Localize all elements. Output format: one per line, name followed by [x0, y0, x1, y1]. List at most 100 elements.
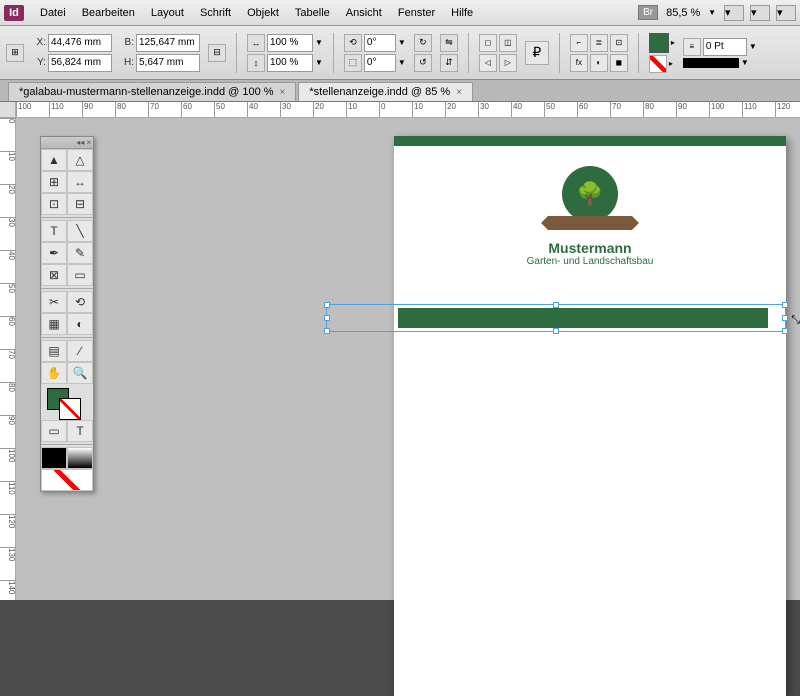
apply-gradient-icon[interactable]: [67, 447, 93, 469]
resize-handle[interactable]: [324, 315, 330, 321]
select-container-icon[interactable]: ◻: [479, 34, 497, 52]
menu-layout[interactable]: Layout: [143, 3, 192, 23]
fill-color-swatch[interactable]: [649, 33, 669, 53]
chevron-down-icon[interactable]: ▼: [315, 58, 323, 67]
formatting-container-icon[interactable]: ▭: [41, 420, 67, 442]
menu-objekt[interactable]: Objekt: [239, 3, 287, 23]
document-page[interactable]: 🌳 Mustermann Garten- und Landschaftsbau: [394, 136, 786, 696]
type-tool[interactable]: T: [41, 220, 67, 242]
collapse-icon[interactable]: ◂◂: [76, 138, 84, 147]
fill-stroke-proxy[interactable]: [41, 384, 93, 420]
resize-handle[interactable]: [553, 302, 559, 308]
close-icon[interactable]: ×: [280, 87, 286, 98]
select-prev-icon[interactable]: ◁: [479, 54, 497, 72]
drop-shadow-icon[interactable]: ◼: [610, 54, 628, 72]
eyedropper-tool[interactable]: ⁄: [67, 340, 93, 362]
stroke-swatch[interactable]: [59, 398, 81, 420]
note-tool[interactable]: ▤: [41, 340, 67, 362]
pencil-tool[interactable]: ✎: [67, 242, 93, 264]
rectangle-tool[interactable]: ▭: [67, 264, 93, 286]
menu-ansicht[interactable]: Ansicht: [338, 3, 390, 23]
free-transform-tool[interactable]: ⟲: [67, 291, 93, 313]
horizontal-ruler[interactable]: 1001109080706050403020100102030405060708…: [16, 102, 800, 118]
chevron-down-icon[interactable]: ▸: [671, 38, 675, 47]
shear-input[interactable]: [364, 54, 396, 72]
selected-object[interactable]: ⤡: [326, 308, 786, 328]
chevron-down-icon[interactable]: ▸: [669, 59, 673, 68]
apply-color-icon[interactable]: [41, 447, 67, 469]
flip-v-icon[interactable]: ⇵: [440, 54, 458, 72]
zoom-level[interactable]: 85,5 % ▼: [666, 7, 716, 19]
menu-bearbeiten[interactable]: Bearbeiten: [74, 3, 143, 23]
gradient-swatch-tool[interactable]: ▦: [41, 313, 67, 335]
vertical-ruler[interactable]: 0102030405060708090100110120130140: [0, 118, 16, 600]
direct-selection-tool[interactable]: △: [67, 149, 93, 171]
content-collector-tool[interactable]: ⊡: [41, 193, 67, 215]
text-wrap-icon[interactable]: ≣: [590, 34, 608, 52]
resize-handle[interactable]: [782, 328, 788, 334]
page-tool[interactable]: ⊞: [41, 171, 67, 193]
arrange-icon[interactable]: ▾: [776, 5, 796, 21]
corner-options-icon[interactable]: ⌐: [570, 34, 588, 52]
chevron-down-icon[interactable]: ▼: [398, 38, 406, 47]
pen-tool[interactable]: ✒: [41, 242, 67, 264]
chevron-down-icon[interactable]: ▼: [741, 58, 749, 67]
y-input[interactable]: [48, 54, 112, 72]
rotate-input[interactable]: [364, 34, 396, 52]
effects-icon[interactable]: fx: [570, 54, 588, 72]
hand-tool[interactable]: ✋: [41, 362, 67, 384]
formatting-text-icon[interactable]: T: [67, 420, 93, 442]
scale-x-input[interactable]: [267, 34, 313, 52]
select-next-icon[interactable]: ▷: [499, 54, 517, 72]
document-tab[interactable]: *stellenanzeige.indd @ 85 % ×: [298, 82, 473, 101]
select-content-icon[interactable]: ◫: [499, 34, 517, 52]
menu-schrift[interactable]: Schrift: [192, 3, 239, 23]
no-stroke-icon[interactable]: [649, 55, 667, 73]
zoom-tool[interactable]: 🔍: [67, 362, 93, 384]
close-icon[interactable]: ×: [456, 87, 462, 98]
bridge-button[interactable]: Br: [638, 5, 658, 20]
reference-point-icon[interactable]: ⊞: [6, 44, 24, 62]
rotate-ccw-icon[interactable]: ↺: [414, 54, 432, 72]
resize-handle[interactable]: [782, 315, 788, 321]
menu-hilfe[interactable]: Hilfe: [443, 3, 481, 23]
selection-bounds: [326, 304, 786, 332]
menu-tabelle[interactable]: Tabelle: [287, 3, 338, 23]
scale-y-input[interactable]: [267, 54, 313, 72]
chevron-down-icon[interactable]: ▼: [398, 58, 406, 67]
close-icon[interactable]: ×: [86, 138, 91, 147]
selection-tool[interactable]: ▲: [41, 149, 67, 171]
paragraph-icon[interactable]: ₽: [525, 41, 549, 65]
document-tab[interactable]: *galabau-mustermann-stellenanzeige.indd …: [8, 82, 296, 101]
line-tool[interactable]: ╲: [67, 220, 93, 242]
resize-handle[interactable]: [324, 328, 330, 334]
panel-header[interactable]: ◂◂ ×: [41, 137, 93, 149]
opacity-icon[interactable]: ◐: [590, 54, 608, 72]
stroke-weight-input[interactable]: [703, 38, 747, 56]
stroke-style-preview[interactable]: [683, 58, 739, 68]
ruler-origin[interactable]: [0, 102, 16, 118]
flip-h-icon[interactable]: ⇋: [440, 34, 458, 52]
resize-handle[interactable]: [553, 328, 559, 334]
rectangle-frame-tool[interactable]: ⊠: [41, 264, 67, 286]
scissors-tool[interactable]: ✂: [41, 291, 67, 313]
chevron-down-icon[interactable]: ▼: [749, 42, 757, 51]
gap-tool[interactable]: ↔: [67, 171, 93, 193]
menu-datei[interactable]: Datei: [32, 3, 74, 23]
height-input[interactable]: [136, 54, 200, 72]
gradient-feather-tool[interactable]: ◐: [67, 313, 93, 335]
content-placer-tool[interactable]: ⊟: [67, 193, 93, 215]
fit-content-icon[interactable]: ⊡: [610, 34, 628, 52]
constrain-icon[interactable]: ⊟: [208, 44, 226, 62]
company-subtitle: Garten- und Landschaftsbau: [394, 256, 786, 267]
width-input[interactable]: [136, 34, 200, 52]
screen-mode-icon[interactable]: ▾: [750, 5, 770, 21]
menu-fenster[interactable]: Fenster: [390, 3, 443, 23]
view-mode-icon[interactable]: ▾: [724, 5, 744, 21]
apply-none-icon[interactable]: [41, 469, 93, 491]
chevron-down-icon[interactable]: ▼: [315, 38, 323, 47]
rotate-cw-icon[interactable]: ↻: [414, 34, 432, 52]
resize-handle[interactable]: [324, 302, 330, 308]
x-input[interactable]: [48, 34, 112, 52]
resize-handle[interactable]: [782, 302, 788, 308]
